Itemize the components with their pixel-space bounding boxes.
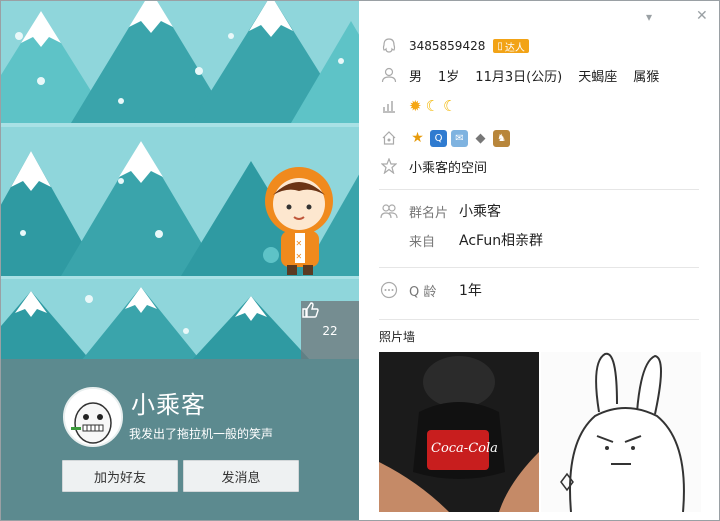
person-icon	[379, 65, 399, 85]
profile-card: 小乘客 我发出了拖拉机一般的笑声 加为好友 发消息	[1, 359, 359, 520]
svg-text:✕: ✕	[296, 252, 303, 261]
send-message-button[interactable]: 发消息	[183, 460, 299, 492]
qq-show-icon[interactable]: Q	[430, 129, 447, 147]
moon-icon[interactable]: ☾	[443, 97, 456, 115]
game-icon[interactable]: ♞	[493, 129, 510, 147]
photo-wall-title: 照片墙	[379, 330, 416, 344]
services-row: ★ Q ✉ ◆ ♞	[379, 128, 514, 148]
star-outline-icon	[379, 156, 399, 176]
from-label: 来自	[409, 234, 436, 250]
gender: 男	[409, 69, 423, 85]
group-icon	[379, 201, 399, 221]
group-card-label: 群名片	[409, 205, 449, 221]
star-icon[interactable]: ★	[409, 130, 426, 147]
like-count: 22	[322, 324, 338, 338]
divider	[379, 319, 699, 320]
profile-left-panel: ✕ ✕ 22 小乘客 我发出了拖拉机一般的笑声 加为好友 发消息	[1, 1, 359, 520]
photo-thumbnail[interactable]: Coca-Cola	[379, 352, 539, 512]
moon-icon[interactable]: ☾	[426, 97, 439, 115]
nickname: 小乘客	[131, 391, 206, 419]
house-icon	[379, 128, 399, 148]
avatar[interactable]	[63, 387, 123, 447]
qq-penguin-icon	[379, 36, 399, 56]
from-row: 来自 AcFun相亲群	[409, 230, 543, 250]
profile-window: ✕ ✕ 22 小乘客 我发出了拖拉机一般的笑声 加为好友 发消息 ▾ ✕ 348…	[0, 0, 720, 521]
profile-details-panel: ▾ ✕ 3485859428 ▯ 达人 男 1岁 11月3日(公历) 天蝎座 属…	[359, 1, 719, 520]
divider	[379, 267, 699, 268]
daren-badge[interactable]: ▯ 达人	[493, 39, 529, 54]
birthday: 11月3日(公历)	[475, 69, 563, 85]
from-group[interactable]: AcFun相亲群	[459, 230, 543, 250]
photo-thumbnail[interactable]	[541, 352, 701, 512]
zodiac: 天蝎座	[578, 69, 618, 85]
q-age-row: Q 龄 1年	[379, 280, 482, 300]
group-card-value: 小乘客	[459, 204, 501, 220]
chinese-zodiac: 属猴	[633, 69, 660, 85]
more-icon	[379, 280, 399, 300]
q-age-label: Q 龄	[409, 284, 437, 300]
close-icon[interactable]: ✕	[696, 8, 708, 24]
cover-image: ✕ ✕ 22	[1, 1, 359, 359]
chevron-down-icon[interactable]: ▾	[646, 10, 652, 24]
qq-number-row: 3485859428 ▯ 达人	[379, 36, 529, 56]
bar-chart-icon	[379, 96, 399, 116]
sun-icon[interactable]: ✹	[409, 97, 422, 115]
level-row: ✹ ☾ ☾	[379, 96, 460, 116]
mail-icon[interactable]: ✉	[451, 129, 468, 147]
space-row: 小乘客的空间	[379, 156, 487, 176]
space-link[interactable]: 小乘客的空间	[409, 157, 487, 176]
qq-number[interactable]: 3485859428	[409, 39, 485, 53]
phone-icon: ▯	[497, 40, 503, 52]
personal-info-row: 男 1岁 11月3日(公历) 天蝎座 属猴	[379, 65, 675, 85]
age: 1岁	[438, 69, 460, 85]
signature: 我发出了拖拉机一般的笑声	[129, 427, 274, 441]
like-button[interactable]: 22	[301, 301, 359, 359]
divider	[379, 189, 699, 190]
daren-label: 达人	[504, 42, 525, 54]
q-age-value: 1年	[459, 283, 482, 299]
diamond-icon[interactable]: ◆	[472, 130, 489, 147]
svg-text:✕: ✕	[296, 239, 303, 248]
add-friend-button[interactable]: 加为好友	[62, 460, 178, 492]
svg-text:Coca-Cola: Coca-Cola	[431, 441, 498, 456]
group-card-row: 群名片 小乘客	[379, 201, 501, 221]
